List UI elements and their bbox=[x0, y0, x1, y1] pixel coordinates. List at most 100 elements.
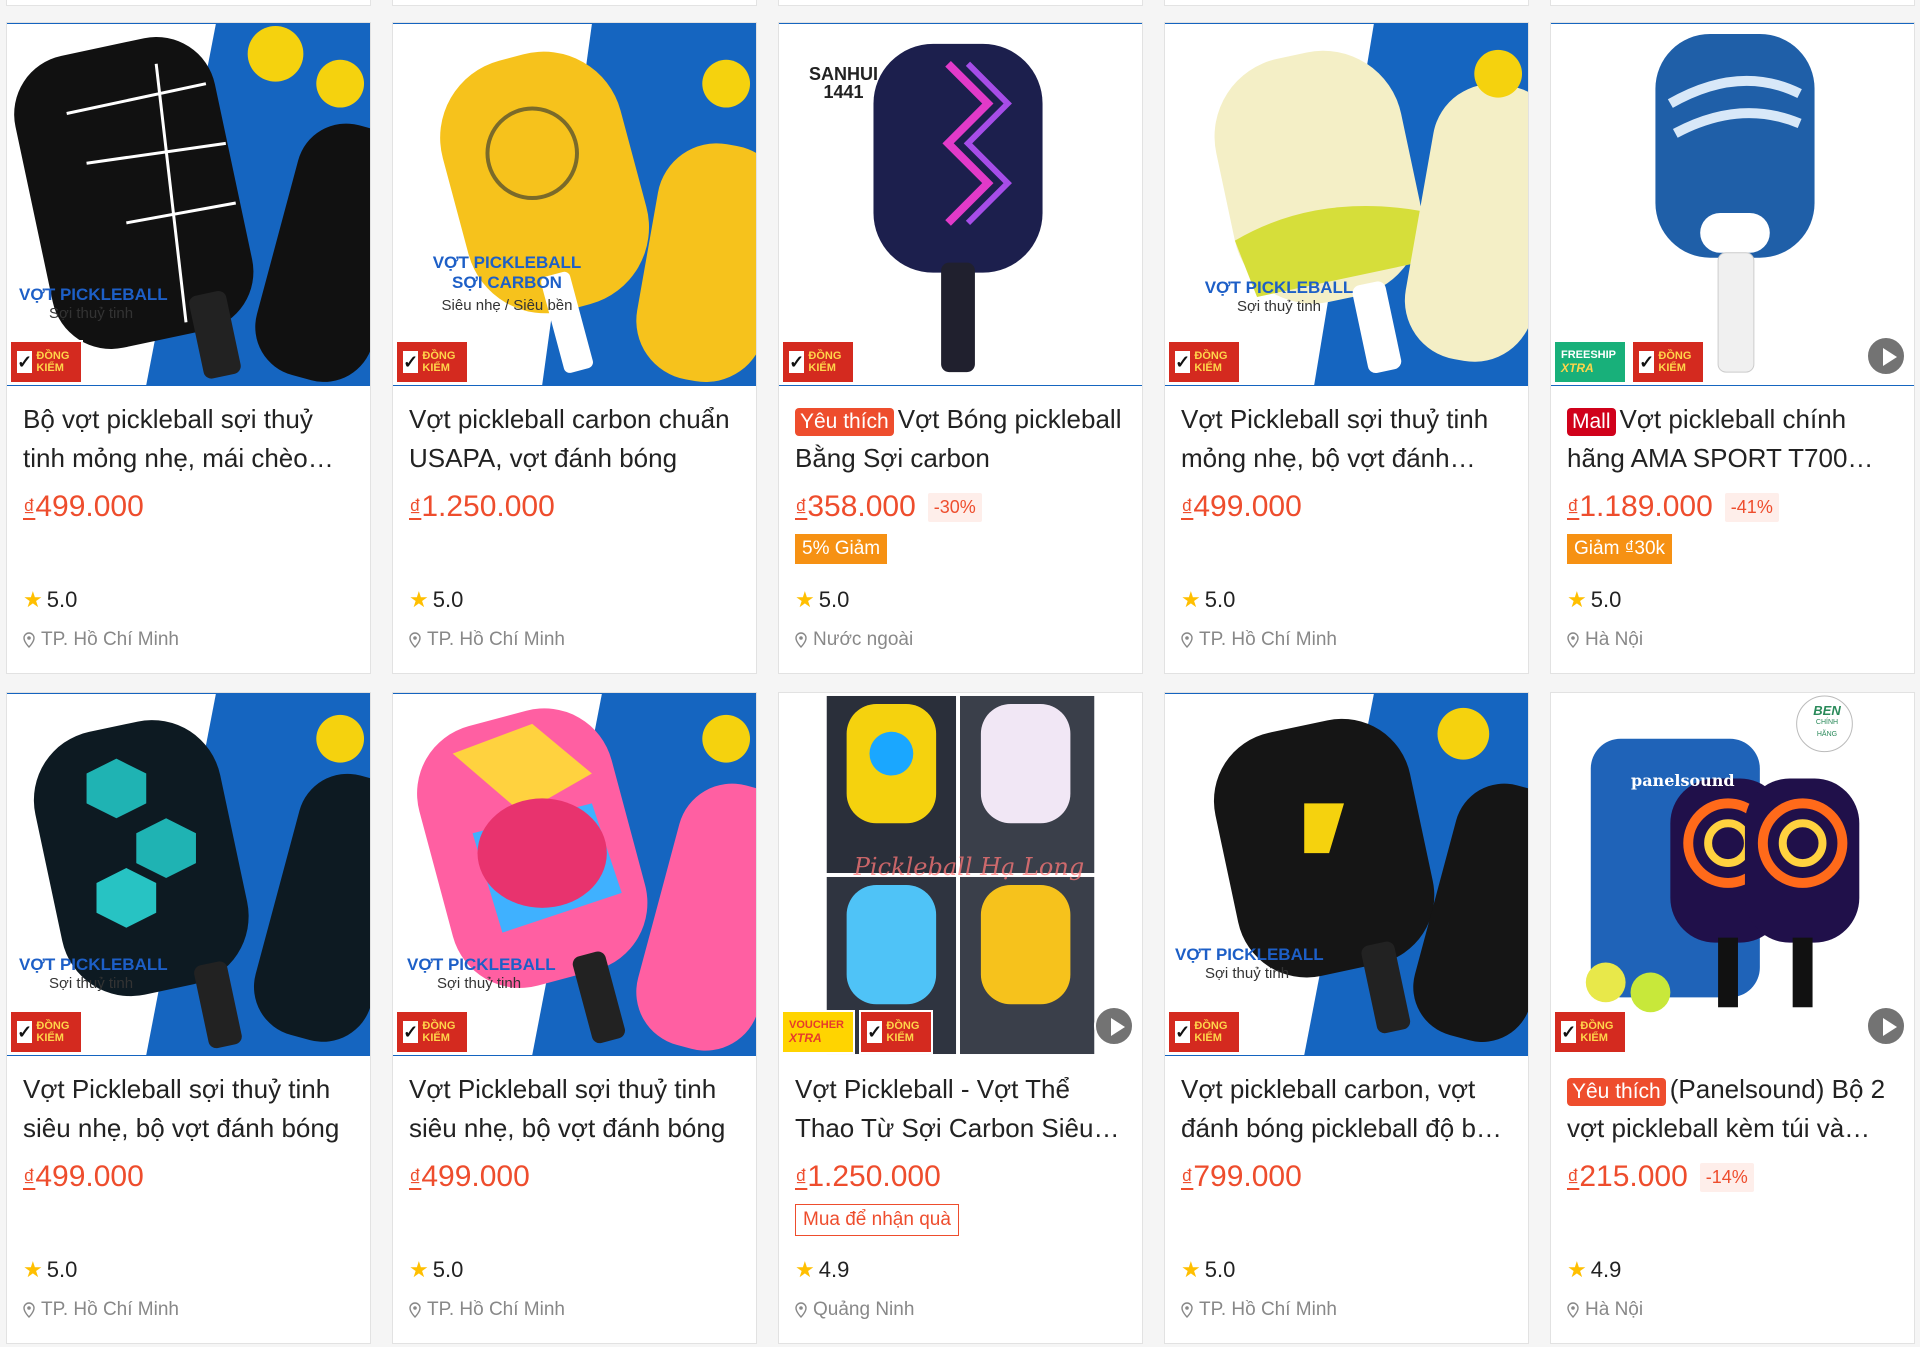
price-value: 358.000 bbox=[807, 490, 916, 523]
rating-value: 5.0 bbox=[1204, 587, 1236, 612]
image-heading: SANHUI bbox=[809, 64, 879, 84]
image-caption: VỢT PICKLEBALL Sợi thuỷ tinh bbox=[407, 955, 607, 992]
product-title[interactable]: Vợt Pickleball - Vợt Thể Thao Từ Sợi Car… bbox=[795, 1070, 1126, 1148]
price-value: 499.000 bbox=[35, 1160, 144, 1193]
badge-text: ĐỒNG KIỂM bbox=[36, 1020, 70, 1044]
video-play-icon[interactable] bbox=[1866, 1006, 1906, 1046]
product-card[interactable]: VỢT PICKLEBALL Sợi thuỷ tinh ✓ ĐỒNG KIỂM … bbox=[6, 22, 371, 674]
discount-badge: -14% bbox=[1699, 1162, 1754, 1192]
product-card[interactable]: Pickleball Hạ Long VOUCHER XTRA ✓ ĐỒNG KIỂ… bbox=[778, 692, 1143, 1344]
product-card[interactable]: VỢT PICKLEBALL SỢI CARBON Siêu nhẹ / Siê… bbox=[392, 22, 757, 674]
freeship-xtra-badge: FREESHIP XTRA bbox=[1553, 340, 1627, 384]
star-icon: ★ bbox=[795, 587, 815, 612]
product-grid: VỢT PICKLEBALL Sợi thuỷ tinh ✓ ĐỒNG KIỂM … bbox=[0, 0, 1920, 1347]
rating-value: 5.0 bbox=[1590, 587, 1622, 612]
rating-value: 5.0 bbox=[1204, 1257, 1236, 1282]
product-image[interactable]: VỢT PICKLEBALL Sợi thuỷ tinh ✓ ĐỒNG KIỂM bbox=[1165, 693, 1528, 1056]
card-stub bbox=[778, 0, 1143, 6]
image-caption: VỢT PICKLEBALL Sợi thuỷ tinh bbox=[1179, 278, 1379, 315]
image-heading: VỢT PICKLEBALL bbox=[432, 253, 582, 272]
dong-kiem-badge: ✓ ĐỒNG KIỂM bbox=[781, 340, 855, 384]
check-icon: ✓ bbox=[1175, 1021, 1191, 1043]
location-pin-icon bbox=[795, 632, 807, 648]
badge-row: VOUCHER XTRA ✓ ĐỒNG KIỂM bbox=[781, 1010, 933, 1054]
product-card[interactable]: SANHUI 1441 ✓ ĐỒNG KIỂM Yêu thích Vợt Bóng… bbox=[778, 22, 1143, 674]
badge-text: ĐỒNG KIỂM bbox=[886, 1020, 920, 1044]
star-icon: ★ bbox=[23, 587, 43, 612]
product-price: ₫799.000 bbox=[1181, 1160, 1302, 1194]
product-card[interactable]: VỢT PICKLEBALL Sợi thuỷ tinh ✓ ĐỒNG KIỂM … bbox=[1164, 22, 1529, 674]
product-image[interactable]: VỢT PICKLEBALL SỢI CARBON Siêu nhẹ / Siê… bbox=[393, 23, 756, 386]
image-heading: VỢT PICKLEBALL bbox=[19, 955, 168, 974]
product-title[interactable]: Mall Vợt pickleball chính hãng AMA SPORT … bbox=[1567, 400, 1898, 478]
product-image[interactable]: SANHUI 1441 ✓ ĐỒNG KIỂM bbox=[779, 23, 1142, 386]
product-price: ₫215.000 bbox=[1567, 1160, 1688, 1194]
product-price: ₫499.000 bbox=[1181, 490, 1302, 524]
discount-badge: -41% bbox=[1724, 492, 1779, 522]
badge-text: ĐỒNG KIỂM bbox=[1194, 350, 1228, 374]
image-heading: VỢT PICKLEBALL bbox=[1204, 278, 1354, 297]
product-image[interactable]: VỢT PICKLEBALL Sợi thuỷ tinh ✓ ĐỒNG KIỂM bbox=[7, 693, 370, 1056]
currency-symbol: ₫ bbox=[795, 495, 808, 522]
price-value: 499.000 bbox=[35, 490, 144, 523]
location-text: TP. Hồ Chí Minh bbox=[1199, 629, 1337, 650]
rating: ★ 4.9 bbox=[795, 1257, 849, 1283]
product-title[interactable]: Vợt Pickleball sợi thuỷ tinh mỏng nhẹ, b… bbox=[1181, 400, 1512, 478]
product-price: ₫499.000 bbox=[23, 1160, 144, 1194]
video-play-icon[interactable] bbox=[1866, 336, 1906, 376]
badge-row: ✓ ĐỒNG KIỂM bbox=[9, 340, 83, 384]
location: TP. Hồ Chí Minh bbox=[1181, 629, 1337, 651]
badge-row: FREESHIP XTRA ✓ ĐỒNG KIỂM bbox=[1553, 340, 1705, 384]
product-title[interactable]: Vợt pickleball carbon chuẩn USAPA, vợt đ… bbox=[409, 400, 740, 478]
image-caption: VỢT PICKLEBALL Sợi thuỷ tinh bbox=[19, 955, 219, 992]
product-card[interactable]: FREESHIP XTRA ✓ ĐỒNG KIỂM Mall Vợt pickleba… bbox=[1550, 22, 1915, 674]
image-caption: VỢT PICKLEBALL SỢI CARBON Siêu nhẹ / Siê… bbox=[407, 253, 607, 314]
star-icon: ★ bbox=[1567, 1257, 1587, 1282]
product-title[interactable]: Bộ vợt pickleball sợi thuỷ tinh mỏng nhẹ… bbox=[23, 400, 354, 478]
dong-kiem-badge: ✓ ĐỒNG KIỂM bbox=[859, 1010, 933, 1054]
product-image[interactable]: VỢT PICKLEBALL Sợi thuỷ tinh ✓ ĐỒNG KIỂM bbox=[7, 23, 370, 386]
product-card[interactable]: VỢT PICKLEBALL Sợi thuỷ tinh ✓ ĐỒNG KIỂM … bbox=[6, 692, 371, 1344]
location-pin-icon bbox=[1181, 1302, 1193, 1318]
badge-row: ✓ ĐỒNG KIỂM bbox=[1167, 1010, 1241, 1054]
video-play-icon[interactable] bbox=[1094, 1006, 1134, 1046]
product-price: ₫1.189.000 bbox=[1567, 490, 1713, 524]
badge-text: ĐỒNG KIỂM bbox=[1580, 1020, 1614, 1044]
rating-value: 5.0 bbox=[432, 1257, 464, 1282]
logo-subtext: CHÍNH HÃNG bbox=[1815, 719, 1839, 738]
product-image[interactable]: VỢT PICKLEBALL Sợi thuỷ tinh ✓ ĐỒNG KIỂM bbox=[1165, 23, 1528, 386]
star-icon: ★ bbox=[23, 1257, 43, 1282]
product-card[interactable]: VỢT PICKLEBALL Sợi thuỷ tinh ✓ ĐỒNG KIỂM … bbox=[392, 692, 757, 1344]
voucher-xtra-badge: VOUCHER XTRA bbox=[781, 1010, 855, 1054]
image-caption: VỢT PICKLEBALL Sợi thuỷ tinh bbox=[1175, 945, 1375, 982]
location: TP. Hồ Chí Minh bbox=[1181, 1299, 1337, 1321]
location-text: TP. Hồ Chí Minh bbox=[1199, 1299, 1337, 1320]
product-card[interactable]: VỢT PICKLEBALL Sợi thuỷ tinh ✓ ĐỒNG KIỂM … bbox=[1164, 692, 1529, 1344]
dong-kiem-badge: ✓ ĐỒNG KIỂM bbox=[9, 340, 83, 384]
product-card[interactable]: panelsound BEN CHÍNH HÃNG ✓ ĐỒNG KIỂM Yêu… bbox=[1550, 692, 1915, 1344]
badge-row: ✓ ĐỒNG KIỂM bbox=[395, 1010, 469, 1054]
image-subheading: Sợi thuỷ tinh bbox=[49, 975, 134, 992]
product-image[interactable]: Pickleball Hạ Long VOUCHER XTRA ✓ ĐỒNG KIỂ… bbox=[779, 693, 1142, 1056]
product-image[interactable]: panelsound BEN CHÍNH HÃNG ✓ ĐỒNG KIỂM bbox=[1551, 693, 1914, 1056]
currency-symbol: ₫ bbox=[23, 1165, 36, 1192]
location-text: Hà Nội bbox=[1585, 1299, 1644, 1320]
product-title[interactable]: Vợt Pickleball sợi thuỷ tinh siêu nhẹ, b… bbox=[23, 1070, 354, 1148]
product-title[interactable]: Yêu thích Vợt Bóng pickleball Bằng Sợi ca… bbox=[795, 400, 1126, 478]
product-image[interactable]: FREESHIP XTRA ✓ ĐỒNG KIỂM bbox=[1551, 23, 1914, 386]
product-image[interactable]: VỢT PICKLEBALL Sợi thuỷ tinh ✓ ĐỒNG KIỂM bbox=[393, 693, 756, 1056]
currency-symbol: ₫ bbox=[409, 495, 422, 522]
product-title[interactable]: Vợt Pickleball sợi thuỷ tinh siêu nhẹ, b… bbox=[409, 1070, 740, 1148]
product-title[interactable]: Yêu thích (Panelsound) Bộ 2 vợt picklebal… bbox=[1567, 1070, 1898, 1148]
rating: ★ 5.0 bbox=[1567, 587, 1621, 613]
location-pin-icon bbox=[409, 1302, 421, 1318]
badge-text: ĐỒNG KIỂM bbox=[422, 1020, 456, 1044]
brand-logo: BEN CHÍNH HÃNG bbox=[1806, 704, 1848, 741]
product-title[interactable]: Vợt pickleball carbon, vợt đánh bóng pic… bbox=[1181, 1070, 1512, 1148]
check-icon: ✓ bbox=[1175, 351, 1191, 373]
location-pin-icon bbox=[23, 632, 35, 648]
badge-text: ĐỒNG KIỂM bbox=[1194, 1020, 1228, 1044]
badge-text: ĐỒNG KIỂM bbox=[808, 350, 842, 374]
rating: ★ 5.0 bbox=[23, 587, 77, 613]
rating: ★ 5.0 bbox=[409, 1257, 463, 1283]
